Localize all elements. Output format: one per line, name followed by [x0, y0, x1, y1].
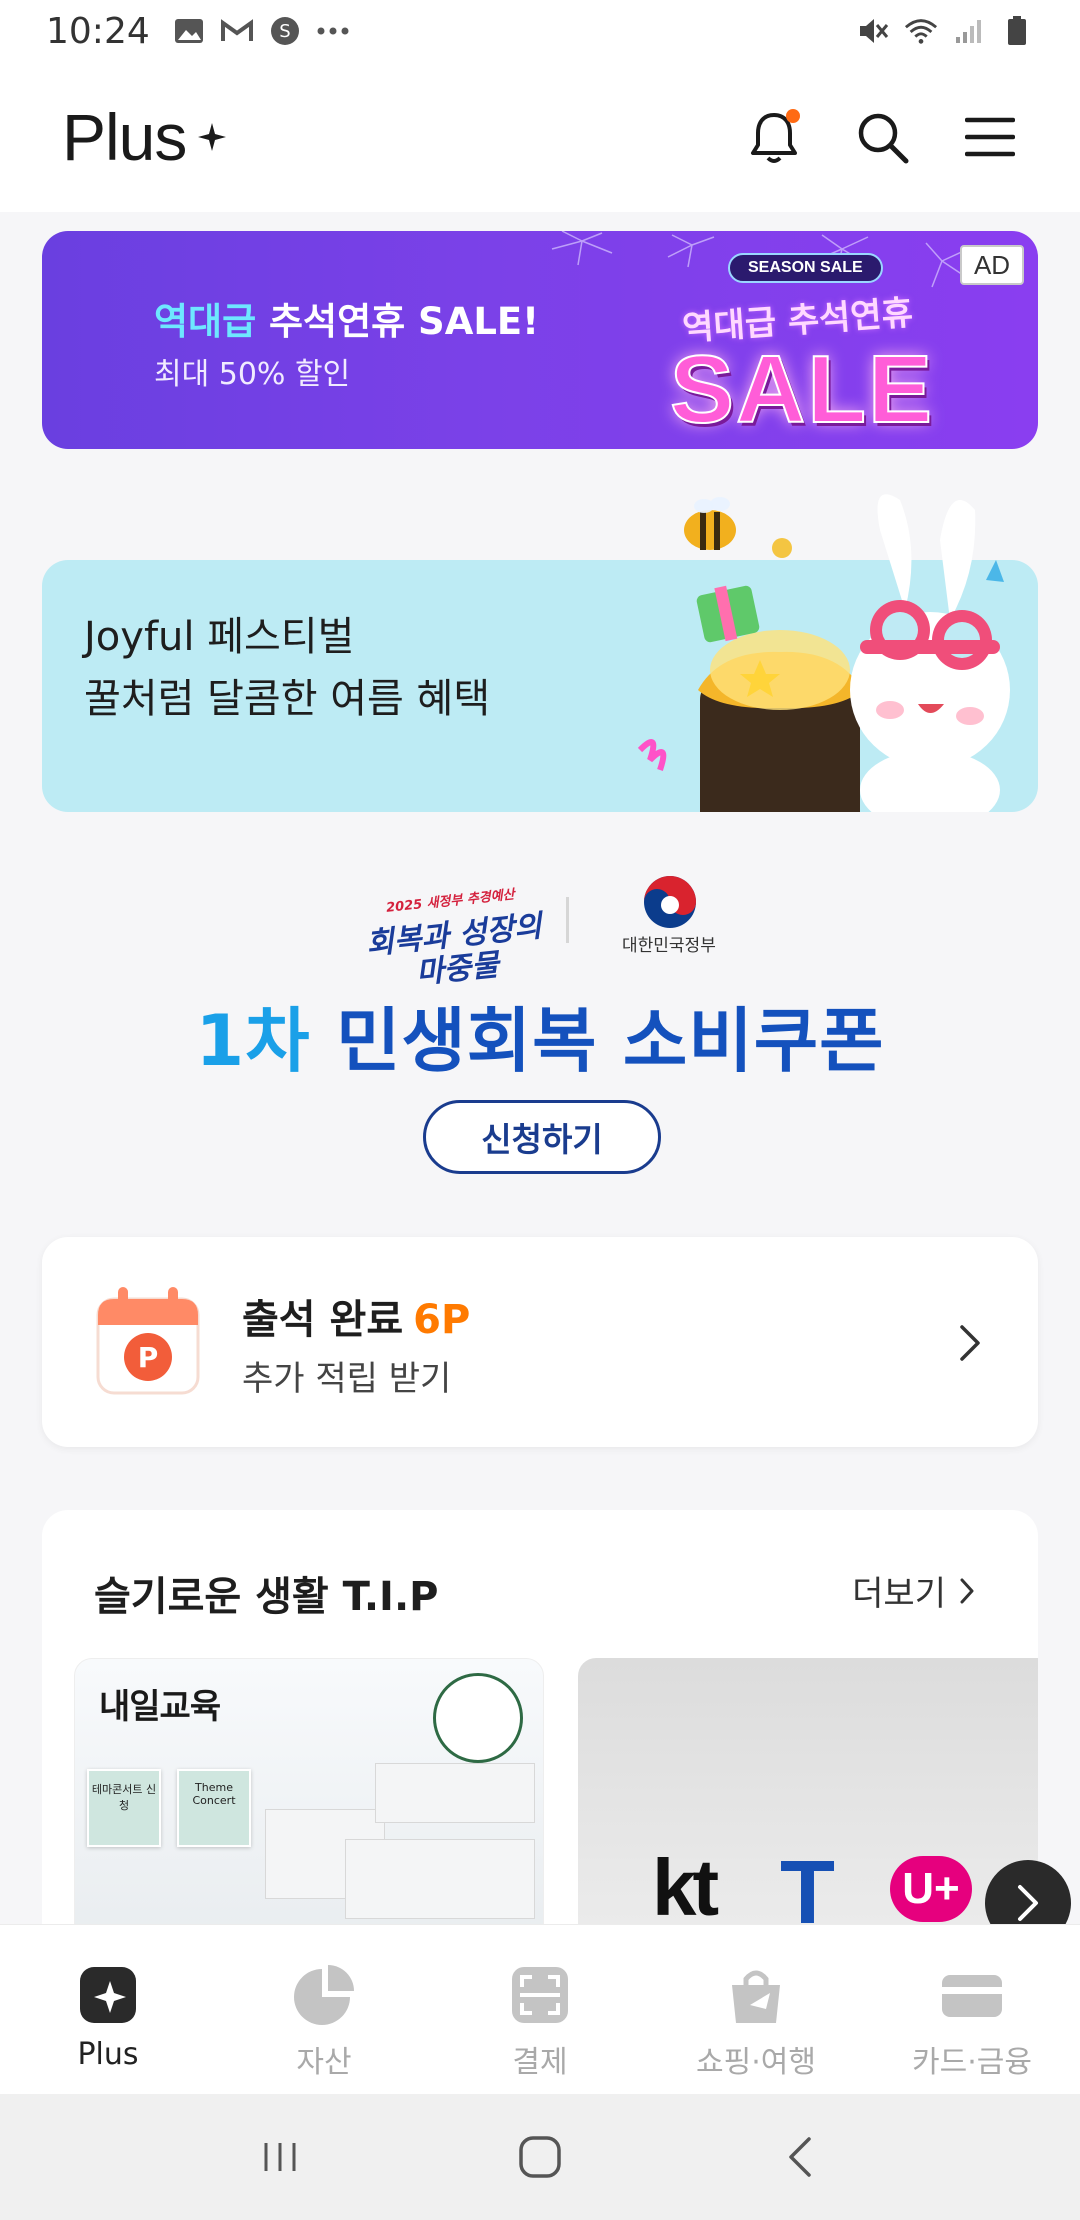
attendance-title-text: 출석 완료 — [242, 1297, 404, 1343]
chevron-right-icon — [1018, 1885, 1038, 1921]
tip1-document — [375, 1763, 535, 1823]
svg-text:S: S — [279, 21, 290, 42]
calendar-point-icon: P — [96, 1287, 200, 1395]
ad-art-sale: SALE — [669, 335, 935, 444]
header-actions — [746, 109, 1018, 165]
search-button[interactable] — [854, 109, 910, 165]
coupon-title-rest: 민생회복 소비쿠폰 — [310, 1000, 885, 1082]
tip-card-telecom[interactable]: kt T U+ — [578, 1658, 1038, 1930]
signal-icon — [952, 16, 986, 46]
nav-label: Plus — [77, 2037, 139, 2072]
joy-banner-line2: 꿀처럼 달콤한 여름 혜택 — [84, 676, 491, 722]
status-bar: 10:24 S — [0, 0, 1080, 62]
recent-apps-icon — [264, 2143, 296, 2171]
joy-banner-line1: Joyful 페스티벌 — [84, 614, 355, 660]
tips-section: 슬기로운 생활 T.I.P 더보기 내일교육 테마콘서트 신청 Theme Co… — [42, 1510, 1038, 1930]
notification-button[interactable] — [746, 109, 802, 165]
more-dots-icon — [316, 16, 350, 46]
ad-tag: AD — [960, 245, 1024, 285]
gov-name: 대한민국정부 — [622, 936, 716, 956]
attendance-card[interactable]: P 출석 완료 6P 추가 적립 받기 — [42, 1237, 1038, 1447]
tips-title: 슬기로운 생활 T.I.P — [94, 1574, 439, 1620]
ad-title-highlight: 역대급 — [154, 300, 257, 343]
calendar-point-letter: P — [138, 1341, 159, 1374]
coupon-title-num: 1차 — [195, 1000, 311, 1082]
home-icon — [519, 2136, 561, 2178]
s-app-icon: S — [268, 16, 302, 46]
sparkle-icon — [198, 123, 227, 151]
nav-item-card[interactable]: 카드·금융 — [864, 1925, 1080, 2094]
tip1-poster-2: Theme Concert — [177, 1769, 251, 1847]
ad-subtitle: 최대 50% 할인 — [154, 357, 351, 392]
gmail-icon — [220, 16, 254, 46]
ad-banner[interactable]: 역대급 추석연휴 SALE! 최대 50% 할인 SEASON SALE 역대급… — [42, 231, 1038, 449]
coupon-logos: 2025 새정부 추경예산 회복과 성장의 마중물 대한민국정부 — [0, 875, 1080, 991]
nav-item-shopping[interactable]: 쇼핑·여행 — [648, 1925, 864, 2094]
rabbit-honey-illustration — [637, 494, 1010, 812]
status-system-icons — [856, 16, 1034, 46]
logo-divider — [566, 897, 569, 943]
tip1-poster-1: 테마콘서트 신청 — [87, 1769, 161, 1847]
nav-item-payment[interactable]: 결제 — [432, 1925, 648, 2094]
plus-sparkle-icon — [80, 1967, 136, 2023]
pie-chart-icon — [294, 1965, 354, 2025]
chevron-right-icon — [960, 1325, 980, 1361]
mute-icon — [856, 16, 890, 46]
campaign-logo: 2025 새정부 추경예산 회복과 성장의 마중물 — [361, 876, 547, 996]
taegeuk-emblem-icon — [644, 876, 696, 928]
attendance-points: 6P — [413, 1297, 471, 1343]
nav-item-assets[interactable]: 자산 — [216, 1925, 432, 2094]
image-icon — [172, 16, 206, 46]
ad-title-rest: 추석연휴 SALE! — [256, 300, 540, 343]
apply-button[interactable]: 신청하기 — [423, 1100, 661, 1174]
wifi-icon — [904, 16, 938, 46]
shopping-bag-icon — [732, 1970, 780, 2023]
status-time: 10:24 — [46, 10, 150, 52]
bottom-navigation: Plus 자산 결제 쇼핑·여행 카드·금융 — [0, 1924, 1080, 2094]
skt-logo: T — [780, 1843, 835, 1930]
back-icon — [789, 2137, 811, 2177]
scan-icon — [512, 1967, 568, 2023]
home-button[interactable] — [510, 2127, 570, 2187]
recent-apps-button[interactable] — [250, 2127, 310, 2187]
attendance-subtitle: 추가 적립 받기 — [242, 1359, 452, 1399]
brand-text: Plus — [62, 100, 187, 174]
card-icon — [942, 1975, 1002, 2017]
university-seal-icon — [433, 1673, 523, 1763]
tips-more-link[interactable]: 더보기 — [852, 1566, 974, 1615]
nav-label: 쇼핑·여행 — [696, 2045, 816, 2080]
tip-card-education[interactable]: 내일교육 테마콘서트 신청 Theme Concert — [74, 1658, 544, 1930]
nav-label: 자산 — [296, 2045, 352, 2080]
tips-more-label: 더보기 — [852, 1574, 946, 1614]
search-icon — [858, 113, 909, 164]
app-header: Plus — [0, 62, 1080, 212]
system-navigation-bar — [0, 2094, 1080, 2220]
coupon-title: 1차 민생회복 소비쿠폰 — [0, 985, 1080, 1086]
status-notification-icons: S — [172, 16, 350, 46]
menu-button[interactable] — [962, 109, 1018, 165]
season-sale-pill: SEASON SALE — [728, 253, 883, 283]
chevron-right-icon — [960, 1578, 974, 1603]
battery-icon — [1000, 16, 1034, 46]
back-button[interactable] — [770, 2127, 830, 2187]
tip1-brand: 내일교육 — [99, 1687, 221, 1727]
nav-label: 결제 — [512, 2045, 568, 2080]
attendance-title: 출석 완료 6P — [242, 1287, 470, 1345]
brand-logo[interactable]: Plus — [62, 99, 227, 175]
ad-title: 역대급 추석연휴 SALE! — [154, 291, 539, 345]
tip1-document — [345, 1839, 535, 1919]
nav-item-plus[interactable]: Plus — [0, 1925, 216, 2094]
nav-label: 카드·금융 — [912, 2045, 1032, 2080]
kt-logo: kt — [652, 1843, 719, 1930]
menu-icon — [965, 117, 1015, 157]
notification-badge — [786, 109, 800, 123]
lgu-logo: U+ — [890, 1856, 972, 1922]
